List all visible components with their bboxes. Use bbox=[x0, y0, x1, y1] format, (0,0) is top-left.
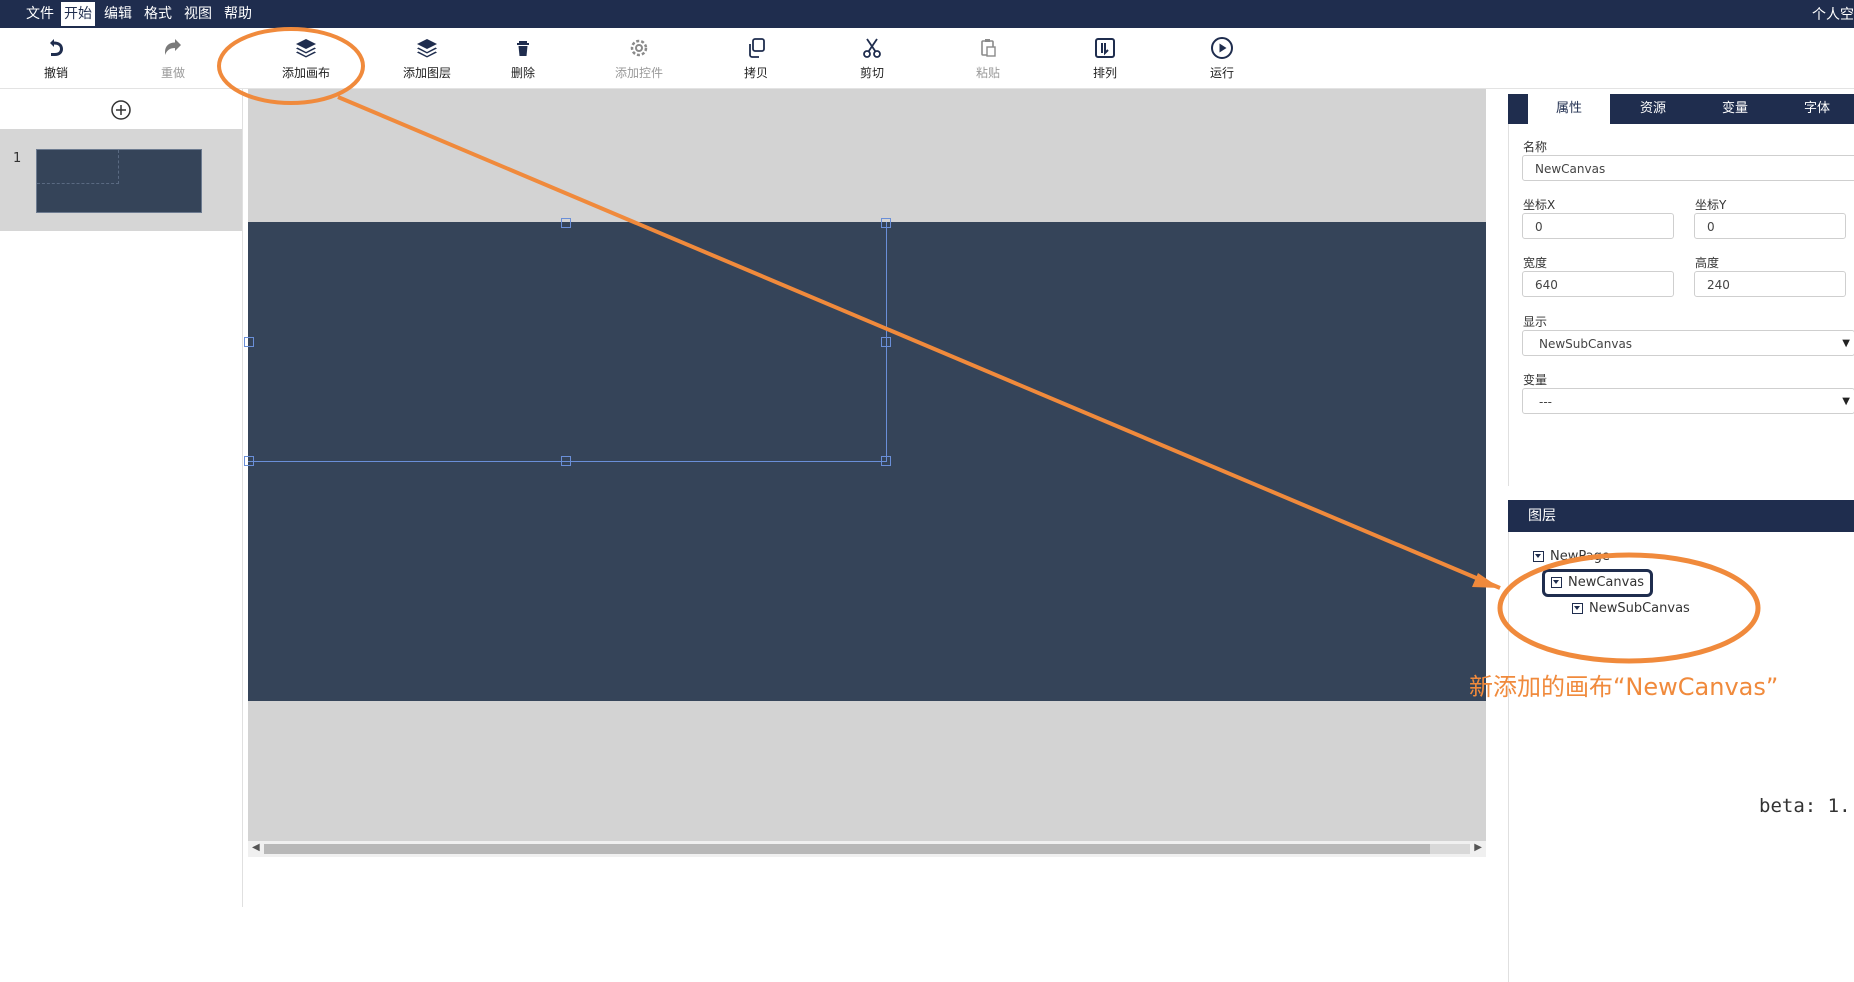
highlight-ellipse-layer bbox=[1497, 552, 1761, 664]
annotation-label: 新添加的画布“NewCanvas” bbox=[1469, 673, 1779, 701]
annotation-arrow-line bbox=[337, 95, 1501, 590]
annotation-arrow-head bbox=[1472, 573, 1500, 588]
highlight-ellipse-toolbar bbox=[217, 27, 365, 105]
annotation-overlay bbox=[217, 27, 1761, 664]
